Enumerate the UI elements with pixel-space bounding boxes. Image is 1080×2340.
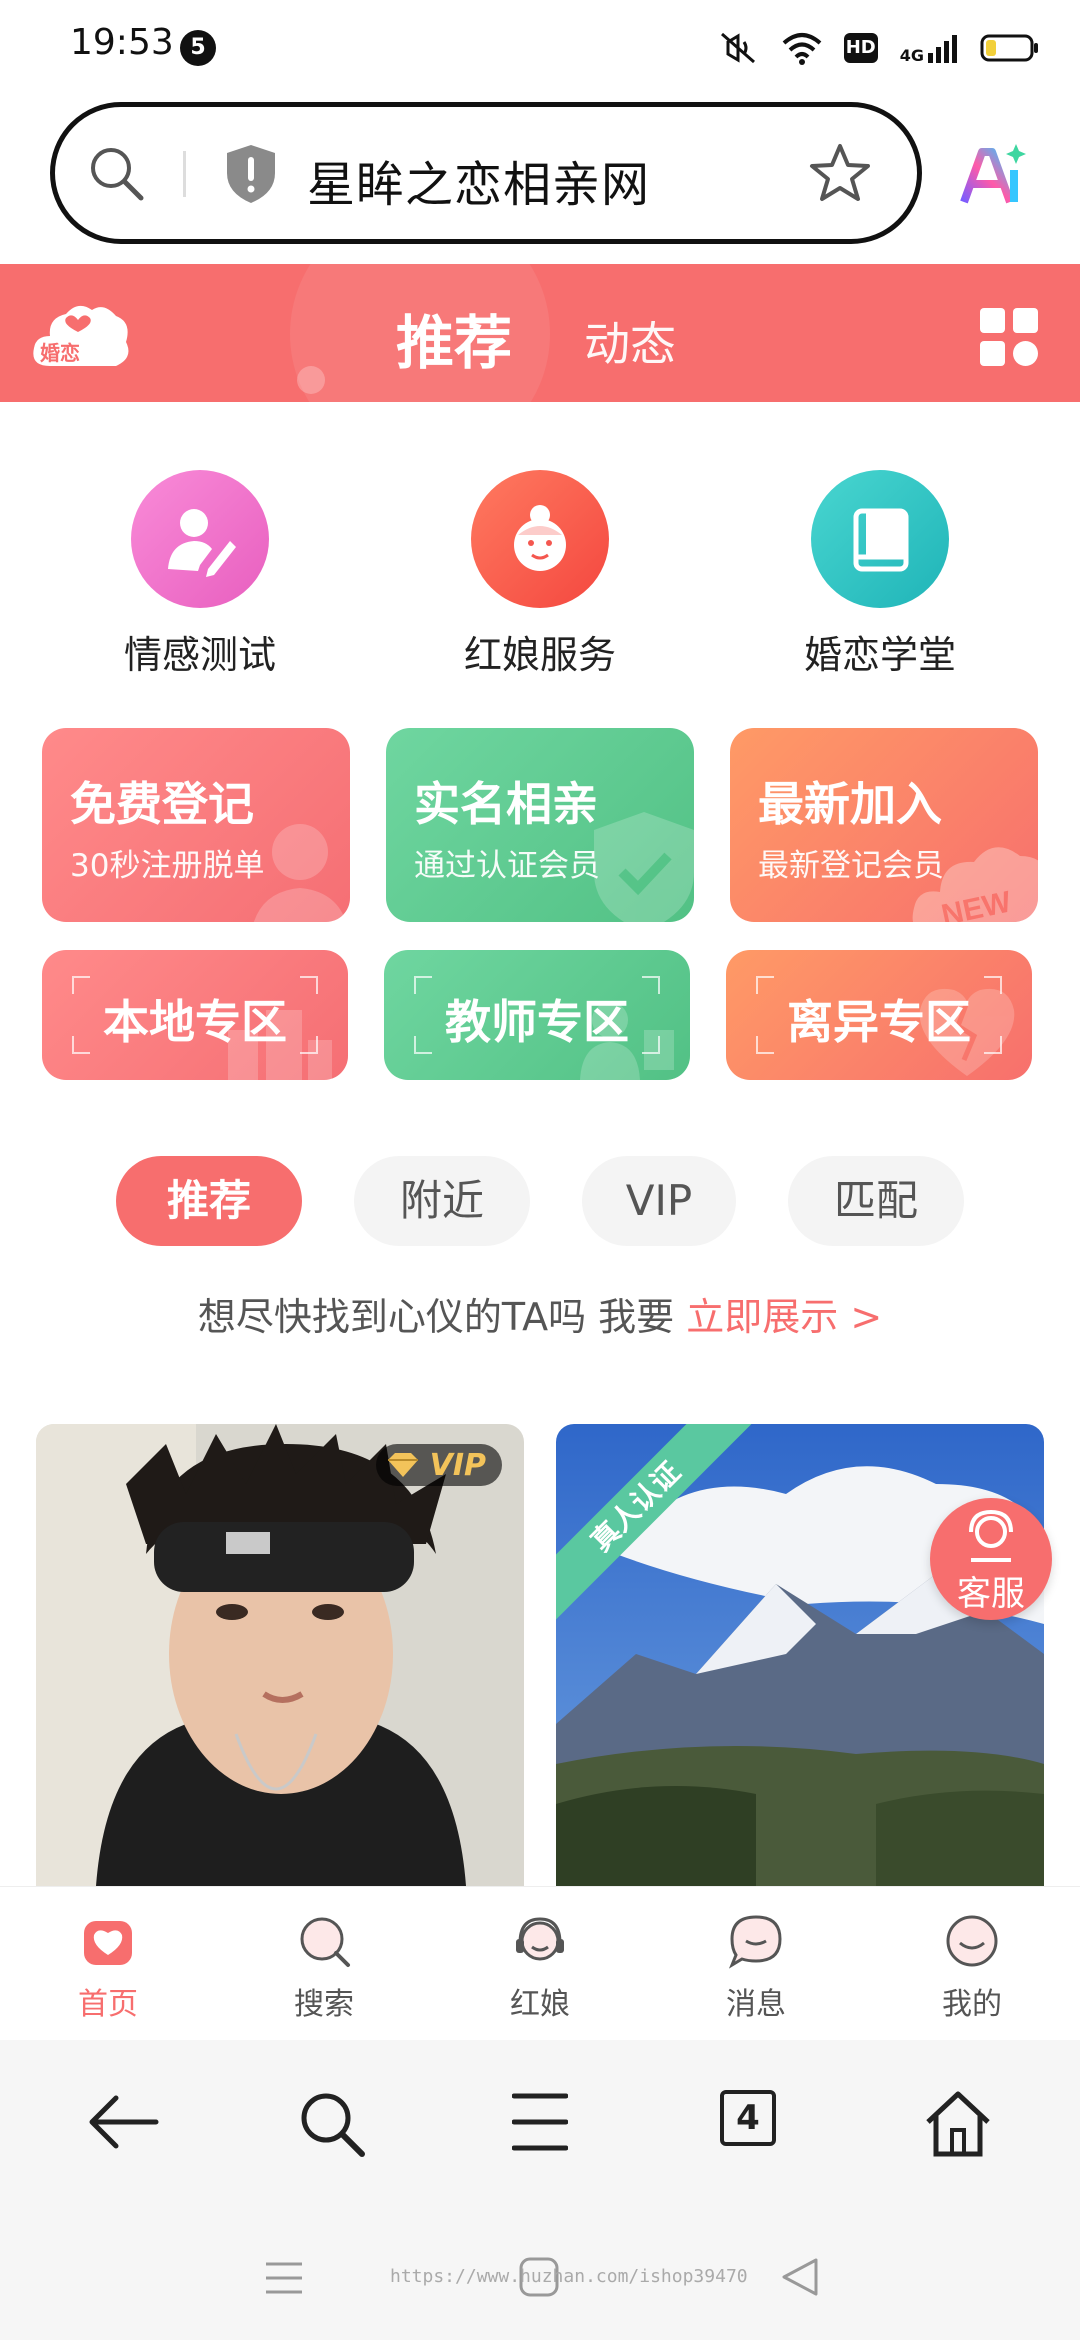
- nav-label: 搜索: [294, 1987, 354, 2022]
- tab-dynamics[interactable]: 动态: [584, 308, 676, 374]
- promo-text: 想尽快找到心仪的TA吗 我要 立即展示 >: [0, 1286, 1080, 1341]
- home-heart-icon: [84, 1921, 132, 1965]
- search-icon[interactable]: [85, 142, 149, 206]
- nav-label: 首页: [78, 1987, 138, 2022]
- headset-person-icon: [969, 1509, 1013, 1562]
- nav-messages[interactable]: 消息: [686, 1913, 826, 2023]
- card-subtitle: 通过认证会员: [414, 848, 600, 884]
- card-real-name[interactable]: 实名相亲 通过认证会员: [386, 728, 694, 922]
- profile-card[interactable]: 真人认证: [556, 1424, 1044, 1886]
- profile-card[interactable]: VIP: [36, 1424, 524, 1886]
- vip-badge: VIP: [375, 1444, 502, 1486]
- nav-home[interactable]: 首页: [38, 1913, 178, 2023]
- bookmark-star-icon[interactable]: [807, 141, 873, 207]
- signal-icon: 4G: [899, 33, 958, 65]
- filter-vip[interactable]: VIP: [582, 1156, 736, 1246]
- app-logo[interactable]: 婚恋: [30, 296, 134, 372]
- customer-service-button[interactable]: 客服: [930, 1498, 1052, 1620]
- zone-title: 离异专区: [787, 995, 971, 1049]
- service-label: 情感测试: [123, 633, 276, 677]
- nav-profile[interactable]: 我的: [902, 1913, 1042, 2023]
- menu-icon[interactable]: [512, 2090, 568, 2154]
- home-icon[interactable]: [924, 2090, 992, 2158]
- back-arrow-icon[interactable]: [88, 2090, 160, 2154]
- customer-service-label: 客服: [957, 1574, 1025, 1614]
- zone-local[interactable]: 本地专区: [42, 950, 348, 1080]
- address-bar[interactable]: 星眸之恋相亲网: [50, 102, 922, 244]
- profile-photo: [36, 1424, 524, 1886]
- message-icon: [728, 1915, 782, 1969]
- address-divider: [183, 151, 186, 197]
- service-academy[interactable]: 婚恋学堂: [770, 470, 990, 679]
- service-emotion-test[interactable]: 情感测试: [90, 470, 310, 679]
- promo-link[interactable]: 立即展示 >: [686, 1295, 882, 1339]
- filter-nearby[interactable]: 附近: [354, 1156, 530, 1246]
- promo-message: 想尽快找到心仪的TA吗 我要: [197, 1295, 687, 1339]
- profile-icon: [946, 1915, 998, 1967]
- tab-recommend[interactable]: 推荐: [396, 296, 512, 380]
- shield-warning-icon[interactable]: [223, 143, 279, 205]
- app-bottom-nav: 首页 搜索 红娘 消息 我的: [0, 1886, 1080, 2040]
- logo-text: 婚恋: [40, 341, 80, 365]
- nav-label: 我的: [942, 1987, 1002, 2022]
- zone-teacher[interactable]: 教师专区: [384, 950, 690, 1080]
- service-matchmaker[interactable]: 红娘服务: [430, 470, 650, 679]
- recents-icon[interactable]: [264, 2258, 304, 2298]
- card-title: 实名相亲: [414, 777, 598, 831]
- back-triangle-icon[interactable]: [780, 2256, 820, 2298]
- card-title: 免费登记: [70, 777, 254, 831]
- diamond-icon: [387, 1453, 418, 1477]
- book-icon: [811, 470, 949, 608]
- battery-icon: [980, 34, 1038, 62]
- browser-toolbar: 4: [0, 2040, 1080, 2210]
- service-label: 婚恋学堂: [803, 633, 956, 677]
- nav-matchmaker[interactable]: 红娘: [470, 1913, 610, 2023]
- card-title: 最新加入: [758, 777, 942, 831]
- ai-assistant-icon[interactable]: [958, 140, 1028, 210]
- watermark-text: https://www.huzhan.com/ishop39470: [390, 2266, 748, 2287]
- notification-count-badge: 5: [180, 30, 216, 66]
- status-icons: HD 4G: [716, 22, 1040, 74]
- nav-search[interactable]: 搜索: [254, 1913, 394, 2023]
- url-text[interactable]: 星眸之恋相亲网: [307, 145, 650, 215]
- card-subtitle: 最新登记会员: [758, 848, 944, 884]
- zone-title: 教师专区: [445, 995, 629, 1049]
- headset-icon: [516, 1917, 564, 1961]
- grid-menu-icon[interactable]: [980, 308, 1038, 366]
- vip-badge-text: VIP: [429, 1447, 486, 1483]
- zone-title: 本地专区: [103, 995, 287, 1049]
- card-subtitle: 30秒注册脱单: [70, 848, 265, 884]
- service-label: 红娘服务: [463, 633, 616, 677]
- tabs-button[interactable]: 4: [720, 2090, 776, 2146]
- wifi-icon: [782, 33, 822, 65]
- app-header: 婚恋 推荐 动态: [0, 264, 1080, 402]
- filter-match[interactable]: 匹配: [788, 1156, 964, 1246]
- status-time: 19:53: [70, 22, 174, 63]
- system-nav-bar: https://www.huzhan.com/ishop39470: [0, 2210, 1080, 2340]
- card-newest[interactable]: NEW 最新加入 最新登记会员: [730, 728, 1038, 922]
- search-icon[interactable]: [298, 2090, 366, 2158]
- nav-label: 红娘: [510, 1987, 570, 2022]
- hd-icon: HD: [843, 33, 878, 63]
- filter-recommend[interactable]: 推荐: [116, 1156, 302, 1246]
- network-type: 4G: [899, 46, 924, 65]
- matchmaker-face-icon: [471, 470, 609, 608]
- header-decoration-dot: [297, 366, 325, 394]
- mute-icon: [720, 32, 755, 64]
- nav-label: 消息: [726, 1987, 786, 2022]
- zone-divorced[interactable]: 离异专区: [726, 950, 1032, 1080]
- card-free-register[interactable]: 免费登记 30秒注册脱单: [42, 728, 350, 922]
- person-pen-icon: [131, 470, 269, 608]
- search-icon: [300, 1917, 350, 1967]
- tab-count: 4: [720, 2090, 776, 2146]
- status-bar: 19:53 5 HD 4G: [0, 0, 1080, 96]
